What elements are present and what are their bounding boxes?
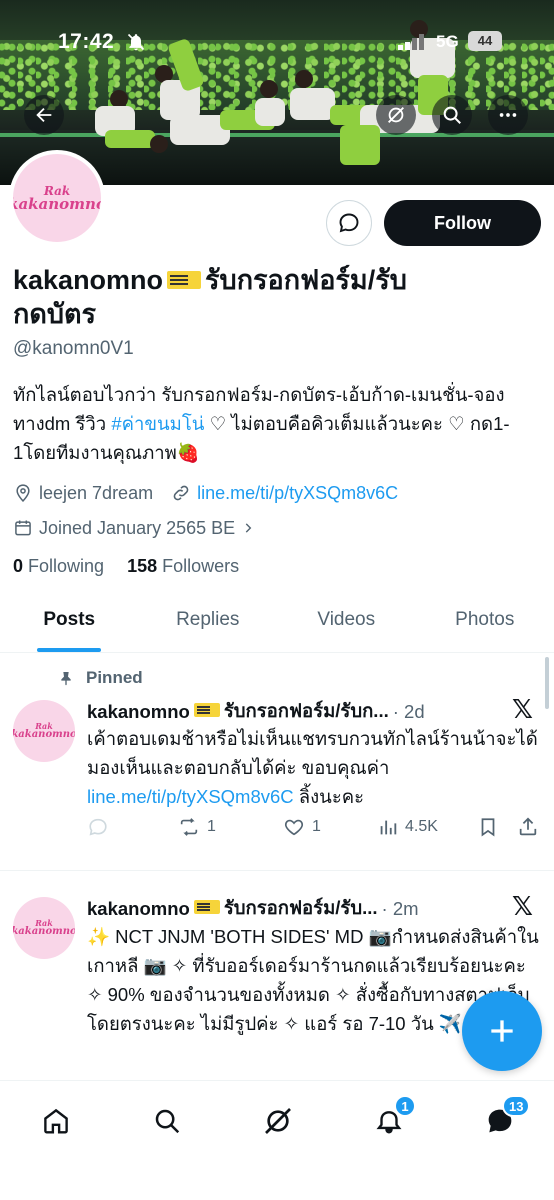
ticket-emoji-icon <box>193 702 220 717</box>
post-author[interactable]: kakanomno <box>87 898 190 920</box>
profile-meta: leejen 7dream line.me/ti/p/tyXSQm8v6C <box>13 480 398 506</box>
like-button[interactable]: 1 <box>282 816 377 838</box>
strawberry-emoji-icon: 🍓 <box>176 442 200 463</box>
grok-button[interactable] <box>376 95 416 135</box>
post-author-suffix[interactable]: รับกรอกฟอร์ม/รับก... <box>224 697 389 726</box>
views-button[interactable]: 4.5K <box>377 816 477 838</box>
bookmark-icon <box>481 818 495 837</box>
repost-icon <box>180 818 198 836</box>
follow-counts: 0 Following 158 Followers <box>13 556 239 577</box>
chevron-right-icon <box>245 523 252 533</box>
plus-icon <box>491 1020 513 1042</box>
post-text: เค้าตอบเดมช้าหรือไม่เห็นแชทรบกวนทักไลน์ร… <box>87 728 538 807</box>
location: leejen 7dream <box>13 483 153 504</box>
repost-count: 1 <box>207 818 216 835</box>
display-name-line2: กดบัตร <box>13 299 97 329</box>
search-icon <box>155 1109 180 1134</box>
location-text: leejen 7dream <box>39 482 154 503</box>
reply-icon <box>89 818 107 836</box>
grok-icon <box>265 1108 291 1134</box>
x-logo-icon: 𝕏 <box>512 694 533 724</box>
more-button[interactable] <box>488 95 528 135</box>
message-button[interactable] <box>326 200 372 246</box>
like-count: 1 <box>312 818 321 835</box>
banner-stage-light <box>0 133 554 137</box>
pinned-label: Pinned <box>58 668 143 688</box>
bio-hashtag-link[interactable]: #ค่าขนมโน่ <box>111 413 204 434</box>
profile-display-name: kakanomno รับกรอกฟอร์ม/รับ กดบัตร <box>13 263 533 331</box>
bar-chart-icon <box>380 820 397 835</box>
bottom-navigation: 1 13 <box>0 1080 554 1200</box>
home-icon <box>44 1108 68 1134</box>
grok-icon <box>388 107 404 123</box>
bookmark-button[interactable] <box>477 816 517 838</box>
nav-grok[interactable] <box>258 1101 298 1141</box>
status-time: 17:42 <box>58 30 115 53</box>
website-link[interactable]: line.me/ti/p/tyXSQm8v6C <box>197 483 398 504</box>
compose-post-button[interactable] <box>462 991 542 1071</box>
profile-handle: @kanomn0V1 <box>13 338 134 359</box>
pin-icon <box>61 672 71 686</box>
tab-posts[interactable]: Posts <box>0 595 139 652</box>
status-bar: 17:42 5G 44 <box>0 0 554 80</box>
post-header: kakanomno รับกรอกฟอร์ม/รับก... · 2d <box>87 697 425 726</box>
post-time: · 2d <box>392 700 425 722</box>
views-count: 4.5K <box>405 818 438 835</box>
reply-button[interactable] <box>87 816 177 838</box>
calendar-icon <box>15 520 31 536</box>
location-pin-icon <box>16 484 30 502</box>
profile-bio: ทักไลน์ตอบไวกว่า รับกรอกฟอร์ม-กดบัตร-เอ้… <box>13 380 543 467</box>
battery-indicator: 44 <box>468 31 502 51</box>
post-avatar[interactable]: Rak kakanomno <box>13 700 75 762</box>
following-link[interactable]: 0 Following <box>13 556 104 576</box>
display-name-suffix: รับกรอกฟอร์ม/รับ <box>205 265 407 295</box>
share-icon <box>519 817 537 836</box>
tab-photos[interactable]: Photos <box>416 595 554 652</box>
scrollbar[interactable] <box>545 657 549 709</box>
bell-slash-icon <box>126 32 146 57</box>
post-author[interactable]: kakanomno <box>87 701 190 723</box>
tab-replies[interactable]: Replies <box>139 595 278 652</box>
ticket-emoji-icon <box>167 270 202 289</box>
avatar-logo-line2: kakanomno <box>13 194 101 213</box>
search-icon <box>443 106 461 124</box>
post-header: kakanomno รับกรอกฟอร์ม/รับ... · 2m <box>87 894 419 923</box>
search-button[interactable] <box>432 95 472 135</box>
tab-videos[interactable]: Videos <box>277 595 416 652</box>
post-actions: 1 1 4.5K <box>87 816 542 838</box>
heart-icon <box>284 819 304 836</box>
link-icon <box>173 485 189 501</box>
notifications-badge: 1 <box>394 1095 416 1117</box>
post-time: · 2m <box>381 897 419 919</box>
joined-date[interactable]: Joined January 2565 BE <box>13 515 255 541</box>
nav-search[interactable] <box>147 1101 187 1141</box>
ticket-emoji-icon <box>193 899 220 914</box>
post-author-suffix[interactable]: รับกรอกฟอร์ม/รับ... <box>224 894 378 923</box>
follow-button[interactable]: Follow <box>384 200 541 246</box>
signal-icon <box>398 34 426 55</box>
more-horizontal-icon <box>499 113 517 117</box>
post-divider <box>0 870 554 871</box>
messages-badge: 13 <box>502 1095 531 1117</box>
display-name-text: kakanomno <box>13 265 164 295</box>
joined-text: Joined January 2565 BE <box>39 517 236 538</box>
nav-home[interactable] <box>36 1101 76 1141</box>
network-type: 5G <box>436 32 459 51</box>
chat-bubble-icon <box>339 213 359 233</box>
post-link[interactable]: line.me/ti/p/tyXSQm8v6C <box>87 786 294 807</box>
profile-tabs: Posts Replies Videos Photos <box>0 595 554 653</box>
back-button[interactable] <box>24 95 64 135</box>
followers-link[interactable]: 158 Followers <box>127 556 239 576</box>
arrow-left-icon <box>36 107 52 123</box>
website[interactable]: line.me/ti/p/tyXSQm8v6C <box>171 483 398 504</box>
profile-avatar[interactable]: Rak kakanomno <box>9 150 105 246</box>
share-button[interactable] <box>517 816 539 838</box>
post-avatar[interactable]: Rak kakanomno <box>13 897 75 959</box>
x-logo-icon: 𝕏 <box>512 891 533 921</box>
repost-button[interactable]: 1 <box>177 816 282 838</box>
